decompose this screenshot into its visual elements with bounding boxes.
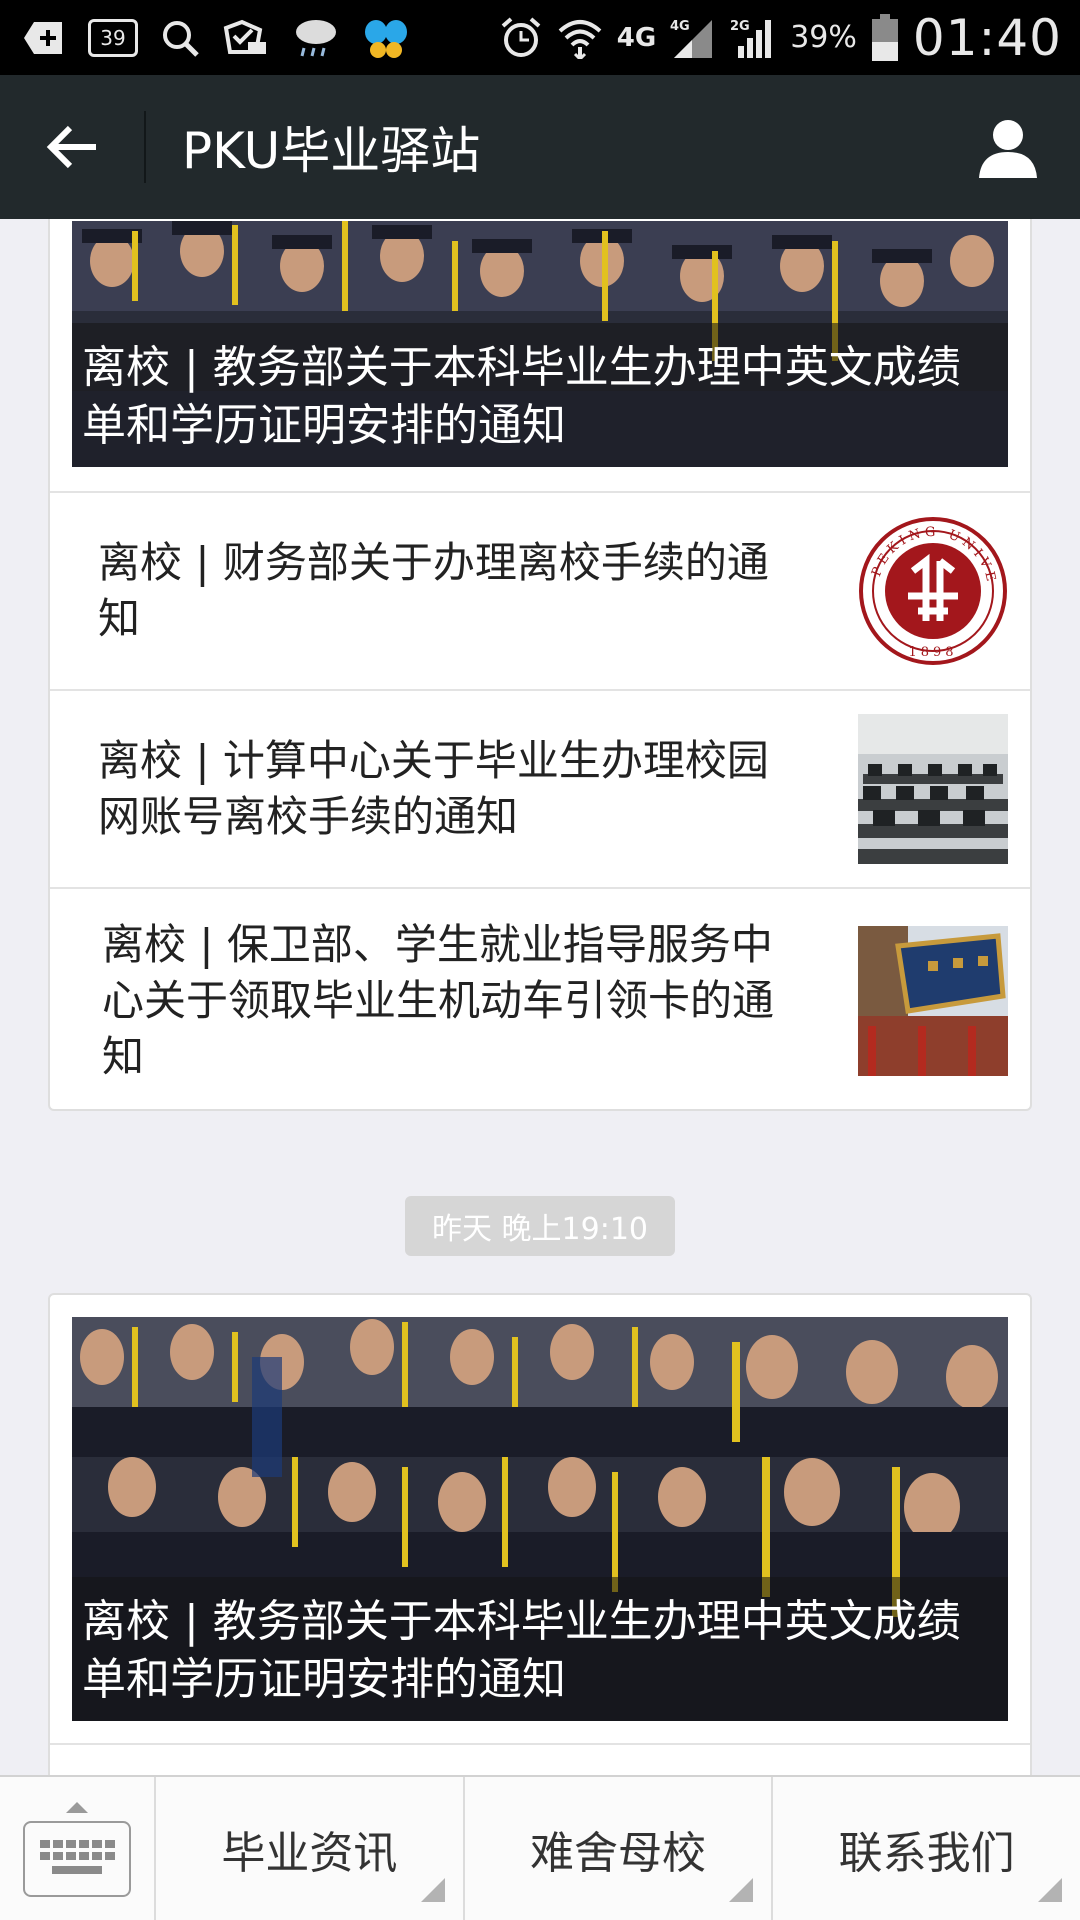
article-card: 离校 | 教务部关于本科毕业生办理中英文成绩单和学历证明安排的通知 离校 | 财…	[48, 219, 1032, 1111]
message-feed[interactable]: 离校 | 教务部关于本科毕业生办理中英文成绩单和学历证明安排的通知 离校 | 财…	[0, 219, 1080, 1775]
chevron-up-icon	[66, 1802, 88, 1813]
list-item[interactable]: 离校 | 财务部关于办理离校手续的通知 PEKING UNIVERSITY 18…	[50, 491, 1030, 689]
submenu-indicator-icon	[420, 1878, 445, 1902]
search-icon	[160, 13, 200, 63]
menu-contact-us[interactable]: 联系我们	[773, 1777, 1080, 1920]
menu-label: 联系我们	[838, 1827, 1015, 1879]
menu-graduation-news[interactable]: 毕业资讯	[156, 1777, 465, 1920]
article-title: 离校 | 财务部关于办理离校手续的通知	[98, 538, 769, 643]
signal-strength-2g-icon: 2G	[730, 13, 776, 63]
add-icon	[22, 13, 66, 63]
back-button[interactable]	[0, 75, 144, 219]
bottom-menu: 毕业资讯 难舍母校 联系我们	[0, 1775, 1080, 1920]
cover-title: 离校 | 教务部关于本科毕业生办理中英文成绩单和学历证明安排的通知	[72, 1577, 1008, 1721]
network-type-label: 4G	[616, 22, 657, 53]
keyboard-toggle-button[interactable]	[0, 1777, 156, 1920]
wifi-icon	[557, 13, 603, 63]
clock-time: 01:40	[912, 8, 1062, 67]
article-title: 离校 | 保卫部、学生就业指导服务中心关于领取毕业生机动车引领卡的通知	[102, 920, 775, 1081]
battery-icon	[871, 13, 899, 63]
cover-title: 离校 | 教务部关于本科毕业生办理中英文成绩单和学历证明安排的通知	[72, 323, 1008, 467]
article-card: 离校 | 教务部关于本科毕业生办理中英文成绩单和学历证明安排的通知	[48, 1293, 1032, 1775]
user-profile-icon	[979, 120, 1037, 178]
menu-label: 难舍母校	[530, 1827, 706, 1879]
svg-text:2G: 2G	[730, 19, 750, 34]
list-item[interactable]: 离校 | 保卫部、学生就业指导服务中心关于领取毕业生机动车引领卡的通知	[50, 887, 1030, 1113]
cover-article[interactable]: 离校 | 教务部关于本科毕业生办理中英文成绩单和学历证明安排的通知	[72, 221, 1008, 467]
alarm-clock-icon	[499, 13, 543, 63]
list-item[interactable]: 离校 | 计算中心关于毕业生办理校园网账号离校手续的通知	[50, 689, 1030, 887]
menu-label: 毕业资讯	[221, 1827, 398, 1879]
submenu-indicator-icon	[729, 1878, 754, 1902]
profile-button[interactable]	[936, 75, 1080, 219]
cover-article[interactable]: 离校 | 教务部关于本科毕业生办理中英文成绩单和学历证明安排的通知	[72, 1317, 1008, 1721]
status-bar: 39 4G 4G 2G 39% 01:40	[0, 0, 1080, 75]
article-title: 离校 | 计算中心关于毕业生办理校园网账号离校手续的通知	[98, 736, 769, 841]
mail-check-icon	[222, 13, 268, 63]
battery-percent: 39%	[790, 20, 857, 55]
signal-strength-icon: 4G	[670, 13, 716, 63]
peking-university-seal-icon: PEKING UNIVERSITY 1898	[858, 516, 1008, 666]
campus-gate-photo-icon	[858, 926, 1008, 1076]
notification-count-badge: 39	[88, 18, 138, 57]
butterfly-wifi-icon	[362, 13, 410, 63]
page-title: PKU毕业驿站	[182, 122, 481, 180]
svg-text:4G: 4G	[670, 19, 690, 34]
arrow-left-icon	[46, 125, 96, 169]
computer-lab-photo-icon	[858, 714, 1008, 864]
title-bar: PKU毕业驿站	[0, 75, 1080, 219]
svg-text:1898: 1898	[908, 645, 957, 660]
keyboard-icon	[23, 1820, 131, 1897]
menu-alma-mater[interactable]: 难舍母校	[465, 1777, 774, 1920]
list-item[interactable]	[50, 1743, 1030, 1775]
timestamp-label: 昨天 晚上19:10	[405, 1196, 675, 1256]
weather-rain-icon	[290, 13, 340, 63]
submenu-indicator-icon	[1038, 1878, 1063, 1902]
